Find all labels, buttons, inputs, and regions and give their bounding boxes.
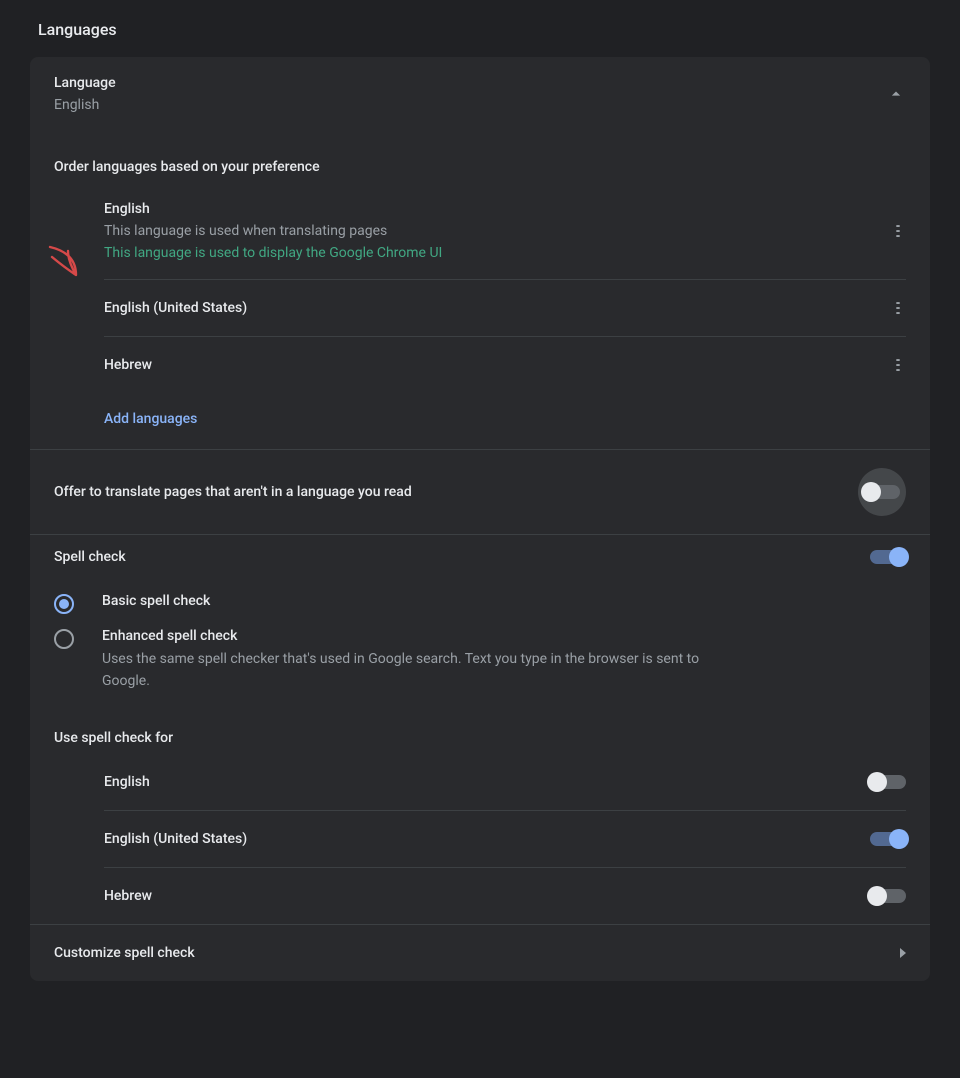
use-spell-check-for-label: Use spell check for <box>30 716 930 754</box>
radio-label: Enhanced spell check <box>102 628 702 644</box>
languages-card: Language English Order languages based o… <box>30 57 930 981</box>
language-current: English <box>54 97 116 113</box>
offer-translate-toggle-halo <box>858 468 906 516</box>
offer-translate-row: Offer to translate pages that aren't in … <box>30 449 930 534</box>
customize-spell-check-label: Customize spell check <box>54 945 195 961</box>
language-list: English This language is used when trans… <box>30 183 930 393</box>
spell-check-language-row: English (United States) <box>104 811 906 868</box>
more-vert-icon[interactable] <box>890 355 906 375</box>
spell-check-language-list: English English (United States) Hebrew <box>30 754 930 924</box>
sc-hebrew-toggle[interactable] <box>870 889 906 903</box>
language-name: English <box>104 201 442 217</box>
radio-icon <box>54 629 74 649</box>
spell-check-language-row: Hebrew <box>104 868 906 924</box>
chevron-right-icon <box>900 948 906 958</box>
page-title: Languages <box>30 20 930 39</box>
language-row: Hebrew <box>104 337 906 393</box>
radio-description: Uses the same spell checker that's used … <box>102 649 702 692</box>
language-title: Language <box>54 75 116 91</box>
language-header[interactable]: Language English <box>30 57 930 113</box>
spell-check-language-row: English <box>104 754 906 811</box>
sc-language-name: English (United States) <box>104 831 247 847</box>
sc-english-toggle[interactable] <box>870 775 906 789</box>
radio-enhanced-spell-check[interactable]: Enhanced spell check Uses the same spell… <box>54 628 906 692</box>
language-ui-note: This language is used to display the Goo… <box>104 245 442 261</box>
more-vert-icon[interactable] <box>890 298 906 318</box>
radio-label: Basic spell check <box>102 593 210 609</box>
spell-check-row: Spell check <box>30 534 930 579</box>
chevron-up-icon[interactable] <box>886 84 906 104</box>
language-row: English This language is used when trans… <box>104 183 906 280</box>
sc-language-name: English <box>104 774 150 790</box>
language-note: This language is used when translating p… <box>104 223 442 239</box>
language-name: English (United States) <box>104 300 247 316</box>
offer-translate-label: Offer to translate pages that aren't in … <box>54 484 412 500</box>
order-label: Order languages based on your preference <box>30 159 930 175</box>
radio-icon <box>54 594 74 614</box>
radio-basic-spell-check[interactable]: Basic spell check <box>54 593 906 614</box>
sc-english-us-toggle[interactable] <box>870 832 906 846</box>
more-vert-icon[interactable] <box>890 221 906 241</box>
language-row: English (United States) <box>104 280 906 337</box>
add-languages-link[interactable]: Add languages <box>54 393 197 449</box>
customize-spell-check-row[interactable]: Customize spell check <box>30 924 930 981</box>
sc-language-name: Hebrew <box>104 888 152 904</box>
spell-check-mode-group: Basic spell check Enhanced spell check U… <box>30 579 930 716</box>
spell-check-title: Spell check <box>54 549 126 565</box>
spell-check-toggle[interactable] <box>870 550 906 564</box>
offer-translate-toggle[interactable] <box>864 485 900 499</box>
language-name: Hebrew <box>104 357 152 373</box>
